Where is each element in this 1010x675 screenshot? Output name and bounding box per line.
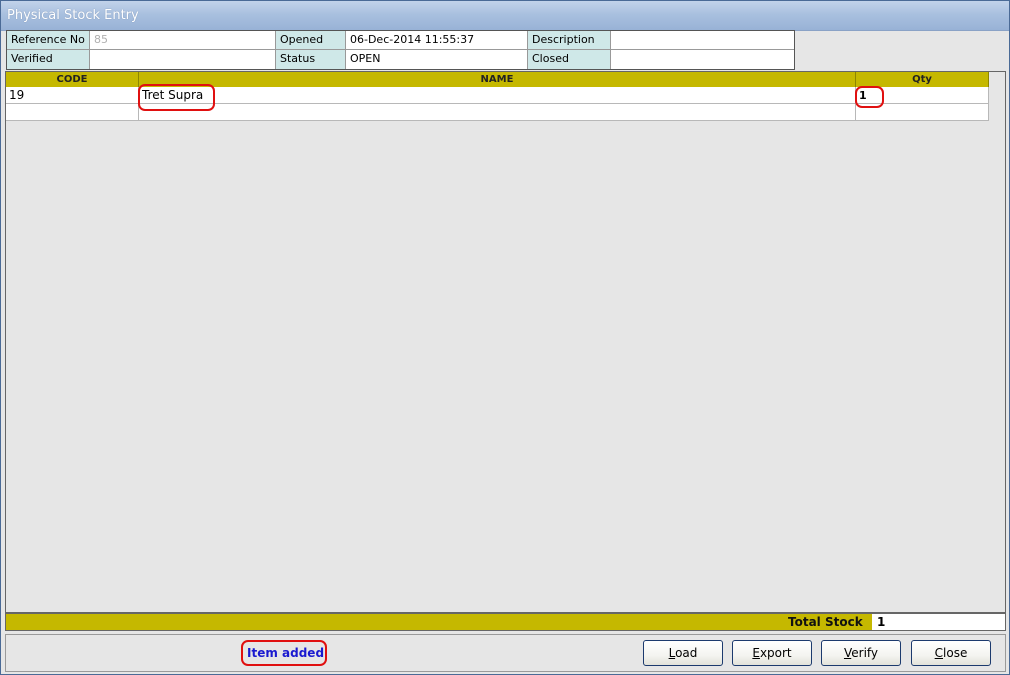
- verified-field: [90, 50, 276, 69]
- status-message: Item added: [247, 646, 325, 660]
- window-title: Physical Stock Entry: [7, 8, 139, 23]
- opened-field: 06-Dec-2014 11:55:37: [346, 31, 528, 50]
- total-stock-bar: Total Stock 1: [5, 613, 1006, 631]
- reference-no-label: Reference No: [7, 31, 90, 50]
- export-button[interactable]: Export: [732, 640, 812, 666]
- closed-field: [611, 50, 794, 69]
- description-label: Description: [528, 31, 611, 50]
- footer-bar: Item added Load Export Verify Close: [5, 634, 1006, 672]
- description-field[interactable]: [611, 31, 794, 50]
- status-field: OPEN: [346, 50, 528, 69]
- row-1-code-cell[interactable]: 19: [6, 87, 139, 104]
- verify-button[interactable]: Verify: [821, 640, 901, 666]
- reference-no-field: 85: [90, 31, 276, 50]
- column-header-name[interactable]: NAME: [139, 72, 856, 87]
- close-button[interactable]: Close: [911, 640, 991, 666]
- column-header-qty[interactable]: Qty: [856, 72, 989, 87]
- total-stock-label: Total Stock: [788, 615, 863, 629]
- title-bar[interactable]: Physical Stock Entry: [1, 1, 1009, 31]
- closed-label: Closed: [528, 50, 611, 69]
- row-2-qty-cell[interactable]: [856, 104, 989, 121]
- row-2-name-cell[interactable]: [139, 104, 856, 121]
- column-header-code[interactable]: CODE: [6, 72, 139, 87]
- opened-label: Opened: [276, 31, 346, 50]
- status-label: Status: [276, 50, 346, 69]
- physical-stock-entry-window: Physical Stock Entry Reference No 85 Ope…: [0, 0, 1010, 675]
- row-1-qty-cell[interactable]: 1: [856, 87, 989, 104]
- total-stock-value: 1: [872, 614, 1005, 630]
- row-2-code-cell[interactable]: [6, 104, 139, 121]
- load-button[interactable]: Load: [643, 640, 723, 666]
- stock-items-grid[interactable]: CODE NAME Qty 19 Tret Supra 1: [5, 71, 1006, 613]
- document-info-panel: Reference No 85 Opened 06-Dec-2014 11:55…: [6, 30, 795, 70]
- row-1-name-cell[interactable]: Tret Supra: [139, 87, 856, 104]
- verified-label: Verified: [7, 50, 90, 69]
